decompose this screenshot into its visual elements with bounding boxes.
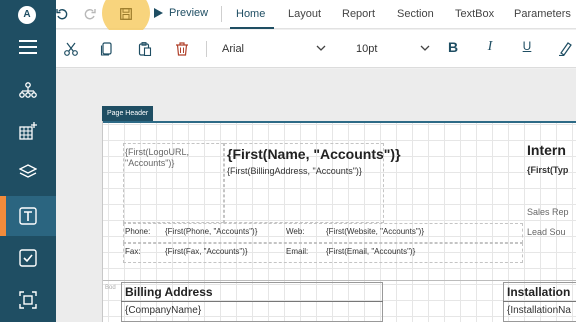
focus-frame-icon [19,291,37,309]
body-band[interactable]: Bod Billing Address {CompanyName} Instal… [103,282,576,322]
app-logo: A [18,6,36,24]
page-header-tag[interactable]: Page Header [102,106,154,122]
toolbar-divider [221,6,222,22]
copy-button[interactable] [98,40,116,58]
undo-icon [56,9,68,20]
sales-rep-label[interactable]: Sales Rep [527,207,569,218]
redo-icon [84,9,96,20]
font-family-select[interactable]: Arial [218,39,330,59]
sidebar-item-checkbox[interactable] [0,238,56,278]
preview-button[interactable]: Preview [154,7,208,19]
company-name-field[interactable]: {CompanyName} [125,305,201,316]
play-icon [154,8,163,18]
preview-label: Preview [169,7,209,19]
web-field[interactable]: {First(Website, "Accounts")} [326,227,424,236]
sidebar-item-textbox[interactable] [0,196,56,236]
installation-field[interactable]: {InstallationNa [507,305,571,316]
font-size-select[interactable]: 10pt [352,39,434,59]
grid-add-icon [19,122,37,140]
font-family-value: Arial [222,43,245,55]
fax-field[interactable]: {First(Fax, "Accounts")} [165,247,248,256]
hierarchy-icon [19,82,37,98]
email-label[interactable]: Email: [286,247,308,256]
web-label[interactable]: Web: [286,227,305,236]
body-band-tag: Bod [105,285,116,291]
save-button[interactable] [119,4,133,24]
installation-divider [503,301,576,302]
delete-button[interactable] [173,40,191,58]
tab-home[interactable]: Home [236,8,265,20]
format-divider [206,41,207,57]
format-toolbar: Arial 10pt B I U [56,30,576,68]
highlighter-icon [559,42,572,56]
paste-button[interactable] [136,40,154,58]
name-field[interactable]: {First(Name, "Accounts")} [227,146,427,162]
active-indicator [0,196,6,236]
trash-icon [176,42,188,56]
save-icon [120,8,132,20]
paste-icon [138,42,152,56]
textbox-icon [19,207,37,225]
left-sidebar: A [0,0,56,322]
font-size-value: 10pt [356,43,378,55]
tab-section[interactable]: Section [397,8,434,20]
top-toolbar: Preview Home Layout Report Section TextB… [56,0,576,37]
report-page: {First(LogoURL, "Accounts")} {First(Name… [102,121,576,322]
phone-label[interactable]: Phone: [125,227,150,236]
sidebar-item-structure[interactable] [0,70,56,110]
copy-icon [100,42,112,56]
chevron-down-icon [316,45,326,51]
billing-address-title[interactable]: Billing Address [125,285,213,299]
hamburger-menu-icon [19,40,37,54]
scissors-icon [64,42,78,56]
installation-title[interactable]: Installation [507,285,570,299]
highlight-button[interactable] [556,40,574,58]
underline-button[interactable]: U [518,39,536,59]
tab-report[interactable]: Report [342,8,375,20]
active-tab-underline [230,27,274,29]
fax-label[interactable]: Fax: [125,247,141,256]
cut-button[interactable] [62,40,80,58]
sidebar-item-focus[interactable] [0,280,56,320]
page-header-band[interactable]: {First(LogoURL, "Accounts")} {First(Name… [103,121,576,281]
bold-button[interactable]: B [444,39,462,59]
layers-icon [19,164,37,178]
lead-source-label[interactable]: Lead Sou [527,227,566,238]
italic-button[interactable]: I [481,39,499,59]
billing-divider [121,301,383,302]
tab-layout[interactable]: Layout [288,8,321,20]
logo-url-field[interactable]: {First(LogoURL, "Accounts")} [125,147,221,169]
chevron-down-icon [420,45,430,51]
type-field[interactable]: {First(Typ [527,165,568,176]
undo-button[interactable] [56,4,68,24]
internal-title[interactable]: Intern [527,142,566,158]
sidebar-item-grid[interactable] [0,111,56,151]
tab-parameters[interactable]: Parameters [514,8,571,20]
tab-textbox[interactable]: TextBox [455,8,494,20]
phone-field[interactable]: {First(Phone, "Accounts")} [165,227,257,236]
redo-button[interactable] [84,4,96,24]
checkbox-icon [19,249,37,267]
hamburger-menu-button[interactable] [0,27,56,67]
billing-address-field[interactable]: {First(BillingAddress, "Accounts")} [227,166,367,177]
design-canvas[interactable]: Page Header {First(LogoURL, "Accounts")}… [56,69,576,322]
sidebar-item-layers[interactable] [0,152,56,192]
email-field[interactable]: {First(Email, "Accounts")} [326,247,415,256]
